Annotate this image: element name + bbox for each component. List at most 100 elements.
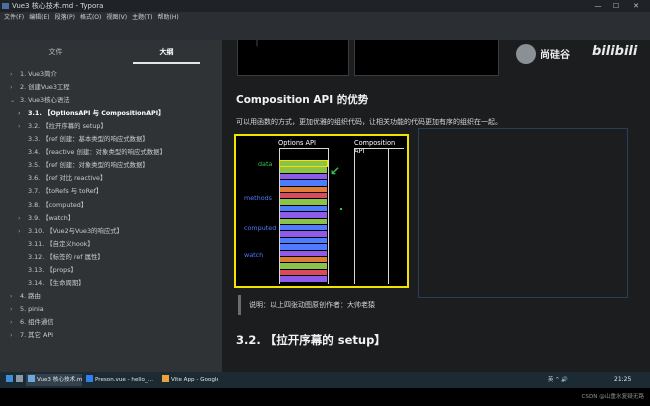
outline-item[interactable]: › 4. 路由	[10, 290, 41, 302]
options-api-block	[280, 218, 327, 224]
composition-api-top-line	[354, 148, 404, 149]
bilibili-logo: bilibili	[592, 44, 638, 59]
options-api-block	[280, 231, 327, 237]
options-api-block	[280, 263, 327, 269]
outline-item[interactable]: 3.7. 【toRefs 与 toRef】	[18, 185, 102, 197]
chevron-right-icon[interactable]: ›	[10, 290, 20, 302]
chevron-right-icon[interactable]: ›	[10, 68, 20, 80]
outline-item-label: 3.8. 【computed】	[28, 200, 88, 209]
outline-item[interactable]: › 3.9. 【watch】	[18, 212, 74, 224]
windows-logo-icon	[6, 375, 13, 382]
menu-item-5[interactable]: 主题(T)	[132, 14, 152, 21]
atguigu-logo-icon	[516, 44, 536, 64]
outline-item-label: 1. Vue3简介	[20, 70, 57, 78]
outline-item-label: 3.4. 【reactive 创建：对象类型的响应式数据】	[28, 148, 166, 157]
composition-api-title: Composition API	[354, 139, 396, 155]
empty-image-frame	[418, 128, 628, 298]
outline-item-label: 3.2. 【拉开序幕的 setup】	[28, 122, 107, 131]
options-api-block	[280, 257, 327, 263]
menu-bar: 文件(F) 编辑(E) 段落(P) 格式(O) 视图(V) 主题(T) 帮助(H)	[0, 12, 650, 40]
outline-item-label: 3.11. 【自定义hook】	[28, 239, 94, 248]
options-api-block	[280, 199, 327, 205]
chevron-right-icon[interactable]: ›	[18, 212, 28, 224]
outline-item[interactable]: 3.3. 【ref 创建：基本类型的响应式数据】	[18, 133, 149, 145]
diagram-label-data: data	[258, 160, 273, 168]
composition-api-left-line	[354, 148, 355, 284]
chevron-right-icon[interactable]: ›	[18, 225, 28, 237]
editor-content: | 尚硅谷 bilibili Composition API 的优势 可以用函数…	[222, 40, 650, 372]
taskbar-app-button[interactable]: Preson.vue - hello_...	[84, 374, 156, 386]
maximize-button[interactable]: ☐	[608, 0, 624, 12]
outline-item-label: 3.9. 【watch】	[28, 213, 75, 222]
app-icon	[162, 375, 169, 382]
outline-item[interactable]: 3.4. 【reactive 创建：对象类型的响应式数据】	[18, 146, 166, 158]
options-api-block	[280, 212, 327, 218]
chevron-right-icon[interactable]: ›	[18, 120, 28, 132]
options-api-block	[280, 250, 327, 256]
csdn-credit: CSDN @山重水复疑无路	[581, 394, 644, 400]
taskbar-app-button[interactable]: Vite App - Google ...	[160, 374, 218, 386]
taskbar-app-button[interactable]: Vue3 核心技术.md - Ty...	[26, 374, 82, 386]
outline-item[interactable]: › 3.2. 【拉开序幕的 setup】	[18, 120, 107, 132]
composition-api-right-line	[388, 148, 389, 284]
outline-item[interactable]: › 7. 其它 API	[10, 329, 53, 341]
outline-item[interactable]: 3.8. 【computed】	[18, 199, 87, 211]
menu-item-4[interactable]: 视图(V)	[106, 14, 127, 21]
outline-item[interactable]: 3.6. 【ref 对比 reactive】	[18, 172, 106, 184]
previous-image-right	[354, 40, 499, 76]
menu-item-6[interactable]: 帮助(H)	[158, 14, 179, 21]
tab-outline[interactable]: 大纲	[111, 44, 222, 66]
chevron-right-icon[interactable]: ›	[18, 107, 28, 119]
outline-item[interactable]: ⌄ 3. Vue3核心语法	[10, 94, 70, 106]
outline-item[interactable]: › 6. 组件通信	[10, 316, 54, 328]
windows-start-icon[interactable]	[4, 374, 14, 386]
options-api-block	[280, 205, 327, 212]
chevron-right-icon[interactable]: ›	[10, 329, 20, 341]
outline-item[interactable]: › 5. pinia	[10, 303, 44, 315]
chevron-right-icon[interactable]: ›	[10, 81, 20, 93]
outline-item[interactable]: › 3.10. 【Vue2与Vue3的响应式】	[18, 225, 123, 237]
text-cursor-icon: |	[256, 40, 259, 47]
tab-outline-label: 大纲	[159, 48, 174, 56]
app-icon	[28, 375, 35, 382]
options-api-block	[280, 180, 327, 186]
outline-item-label: 5. pinia	[20, 304, 44, 313]
menu-item-1[interactable]: 编辑(E)	[29, 14, 49, 21]
options-api-block	[280, 186, 327, 192]
system-tray[interactable]: 英 ^ 🔊	[548, 374, 568, 386]
outline-item[interactable]: 3.14. 【生命周期】	[18, 277, 85, 289]
curved-arrow-icon: ↙	[330, 164, 341, 178]
task-view-icon[interactable]	[14, 374, 24, 386]
options-api-block	[279, 159, 328, 168]
chevron-down-icon[interactable]: ⌄	[10, 94, 20, 106]
menu-item-0[interactable]: 文件(F)	[4, 14, 24, 21]
outline-item[interactable]: 3.12. 【标签的 ref 属性】	[18, 251, 104, 263]
outline-item[interactable]: › 3.1. 【OptionsAPI 与 CompositionAPI】	[18, 107, 165, 119]
menu-item-3[interactable]: 格式(O)	[80, 14, 101, 21]
options-vs-composition-diagram: Options API Composition API ↙ data method…	[234, 134, 409, 288]
outline-item[interactable]: 3.13. 【props】	[18, 264, 77, 276]
taskbar-app-label: Vue3 核心技术.md - Ty...	[37, 377, 82, 383]
blockquote-bar	[238, 295, 241, 315]
chevron-right-icon[interactable]: ›	[10, 316, 20, 328]
footer-area: CSDN @山重水复疑无路	[0, 388, 650, 406]
heading-setup: 3.2. 【拉开序幕的 setup】	[236, 333, 386, 347]
outline-item[interactable]: › 2. 创建Vue3工程	[10, 81, 70, 93]
options-api-title: Options API	[278, 139, 316, 147]
menu-item-2[interactable]: 段落(P)	[55, 14, 75, 21]
taskbar-clock[interactable]: 21:25	[614, 374, 631, 386]
chevron-right-icon[interactable]: ›	[10, 303, 20, 315]
windows-taskbar: 英 ^ 🔊 21:25 Vue3 核心技术.md - Ty... Preson.v…	[0, 372, 650, 388]
outline-item-label: 4. 路由	[20, 291, 41, 300]
heading-composition-api: Composition API 的优势	[236, 94, 369, 106]
outline-item[interactable]: › 1. Vue3简介	[10, 68, 57, 80]
outline-item-label: 3.6. 【ref 对比 reactive】	[28, 174, 107, 183]
outline-item-label: 3.3. 【ref 创建：基本类型的响应式数据】	[28, 135, 149, 144]
outline-item[interactable]: 3.11. 【自定义hook】	[18, 238, 94, 250]
paragraph-description: 可以用函数的方式，更加优雅的组织代码，让相关功能的代码更加有序的组织在一起。	[236, 118, 502, 126]
minimize-button[interactable]: —	[590, 0, 606, 12]
diagram-label-methods: methods	[244, 194, 273, 202]
tab-files[interactable]: 文件	[0, 44, 111, 66]
close-button[interactable]: ✕	[628, 0, 644, 12]
outline-item[interactable]: 3.5. 【ref 创建：对象类型的响应式数据】	[18, 159, 149, 171]
